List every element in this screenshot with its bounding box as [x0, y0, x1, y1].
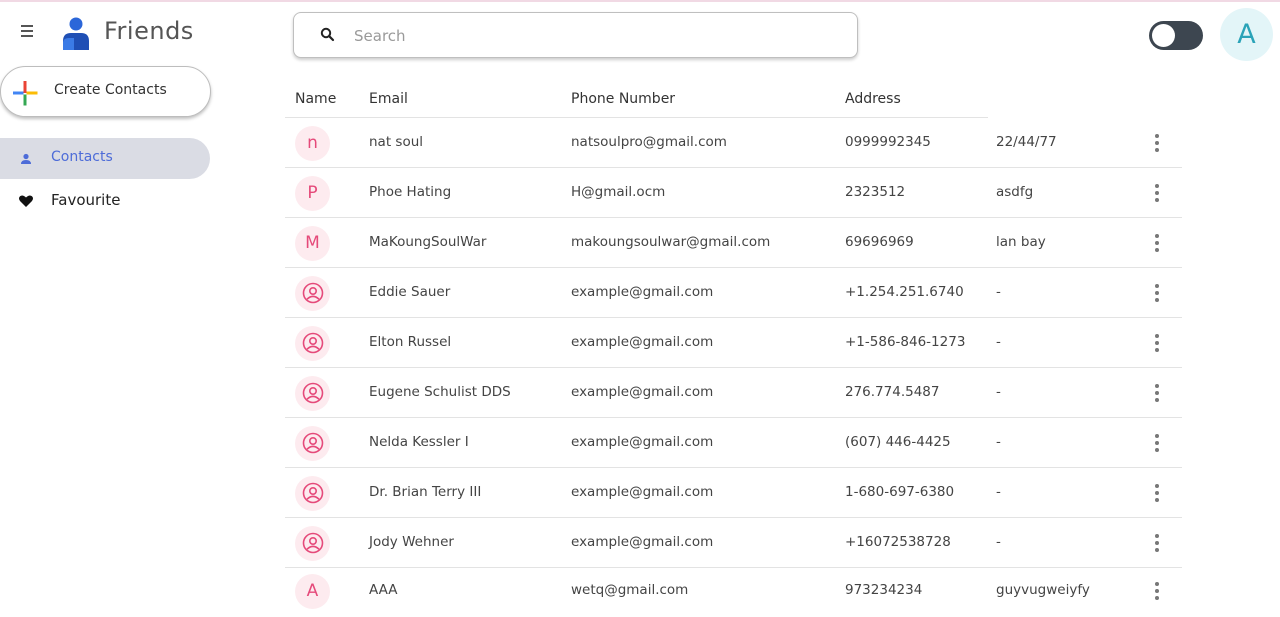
column-header-address: Address	[845, 91, 901, 107]
contact-name: Dr. Brian Terry III	[369, 484, 482, 500]
more-vert-icon[interactable]	[1147, 332, 1167, 354]
colored-plus-icon	[13, 81, 38, 106]
contact-phone: 2323512	[845, 184, 906, 200]
more-vert-icon[interactable]	[1147, 580, 1167, 602]
account-circle-icon	[295, 476, 330, 511]
top-divider	[0, 0, 1280, 2]
contact-avatar: A	[295, 574, 330, 609]
search-input[interactable]	[354, 23, 834, 49]
contact-address: -	[996, 484, 1001, 500]
contact-phone: +1.254.251.6740	[845, 284, 964, 300]
app-title: Friends	[104, 17, 194, 45]
heart-icon	[19, 195, 33, 207]
contact-email: H@gmail.ocm	[571, 184, 666, 200]
hamburger-menu-icon[interactable]	[16, 22, 38, 44]
contact-name: Phoe Hating	[369, 184, 452, 200]
more-vert-icon[interactable]	[1147, 132, 1167, 154]
sidebar-item-label: Favourite	[51, 191, 121, 209]
contact-name: Elton Russel	[369, 334, 452, 350]
table-row[interactable]: Eugene Schulist DDS example@gmail.com 27…	[285, 368, 1182, 418]
contact-phone: 276.774.5487	[845, 384, 940, 400]
contact-email: example@gmail.com	[571, 284, 714, 300]
column-header-phone: Phone Number	[571, 91, 676, 107]
contact-address: -	[996, 434, 1001, 450]
theme-toggle[interactable]	[1149, 21, 1203, 50]
contact-name: nat soul	[369, 134, 424, 150]
contact-address: -	[996, 334, 1001, 350]
contact-address: 22/44/77	[996, 134, 1057, 150]
contact-avatar: M	[295, 226, 330, 261]
contact-name: Nelda Kessler I	[369, 434, 469, 450]
contact-avatar: P	[295, 176, 330, 211]
more-vert-icon[interactable]	[1147, 182, 1167, 204]
column-header-name: Name	[295, 91, 337, 107]
contact-name: Eugene Schulist DDS	[369, 384, 511, 400]
sidebar-item-label: Contacts	[51, 149, 113, 165]
contact-address: -	[996, 284, 1001, 300]
sidebar-item-contacts[interactable]: Contacts	[0, 138, 210, 179]
sidebar-item-favourite[interactable]: Favourite	[0, 180, 210, 221]
contact-phone: 0999992345	[845, 134, 931, 150]
contact-avatar: n	[295, 126, 330, 161]
contact-email: natsoulpro@gmail.com	[571, 134, 727, 150]
contact-phone: 973234234	[845, 582, 923, 598]
contact-email: example@gmail.com	[571, 334, 714, 350]
contact-name: AAA	[369, 582, 398, 598]
contact-phone: +16072538728	[845, 534, 951, 550]
table-row[interactable]: Nelda Kessler I example@gmail.com (607) …	[285, 418, 1182, 468]
more-vert-icon[interactable]	[1147, 532, 1167, 554]
person-icon	[21, 153, 31, 164]
column-header-email: Email	[369, 91, 408, 107]
profile-avatar[interactable]: A	[1220, 8, 1273, 61]
table-row[interactable]: Elton Russel example@gmail.com +1-586-84…	[285, 318, 1182, 368]
contact-address: -	[996, 384, 1001, 400]
contact-email: wetq@gmail.com	[571, 582, 689, 598]
table-row[interactable]: Dr. Brian Terry III example@gmail.com 1-…	[285, 468, 1182, 518]
table-row[interactable]: Jody Wehner example@gmail.com +160725387…	[285, 518, 1182, 568]
contact-email: example@gmail.com	[571, 534, 714, 550]
table-row[interactable]: n nat soul natsoulpro@gmail.com 09999923…	[285, 118, 1182, 168]
account-circle-icon	[295, 276, 330, 311]
more-vert-icon[interactable]	[1147, 282, 1167, 304]
table-row[interactable]: A AAA wetq@gmail.com 973234234 guyvugwei…	[285, 566, 1182, 616]
more-vert-icon[interactable]	[1147, 482, 1167, 504]
account-circle-icon	[295, 526, 330, 561]
contact-phone: (607) 446-4425	[845, 434, 951, 450]
contact-address: asdfg	[996, 184, 1034, 200]
create-contacts-button[interactable]: Create Contacts	[0, 66, 211, 117]
search-bar[interactable]	[293, 12, 858, 58]
account-circle-icon	[295, 376, 330, 411]
contact-email: makoungsoulwar@gmail.com	[571, 234, 771, 250]
contact-phone: 1-680-697-6380	[845, 484, 955, 500]
table-header: Name Email Phone Number Address	[285, 86, 985, 118]
contact-name: Jody Wehner	[369, 534, 454, 550]
friends-logo-icon	[63, 17, 89, 50]
contact-email: example@gmail.com	[571, 434, 714, 450]
search-icon	[320, 27, 335, 42]
contact-phone: 69696969	[845, 234, 914, 250]
contact-email: example@gmail.com	[571, 484, 714, 500]
contact-address: lan bay	[996, 234, 1046, 250]
contact-name: Eddie Sauer	[369, 284, 451, 300]
contact-address: -	[996, 534, 1001, 550]
table-row[interactable]: M MaKoungSoulWar makoungsoulwar@gmail.co…	[285, 218, 1182, 268]
contact-phone: +1-586-846-1273	[845, 334, 966, 350]
account-circle-icon	[295, 326, 330, 361]
contact-address: guyvugweiyfy	[996, 582, 1090, 598]
account-circle-icon	[295, 426, 330, 461]
table-row[interactable]: Eddie Sauer example@gmail.com +1.254.251…	[285, 268, 1182, 318]
more-vert-icon[interactable]	[1147, 232, 1167, 254]
more-vert-icon[interactable]	[1147, 432, 1167, 454]
more-vert-icon[interactable]	[1147, 382, 1167, 404]
contact-name: MaKoungSoulWar	[369, 234, 487, 250]
create-contacts-label: Create Contacts	[54, 82, 167, 98]
table-row[interactable]: P Phoe Hating H@gmail.ocm 2323512 asdfg	[285, 168, 1182, 218]
contact-email: example@gmail.com	[571, 384, 714, 400]
toggle-knob	[1152, 24, 1175, 47]
